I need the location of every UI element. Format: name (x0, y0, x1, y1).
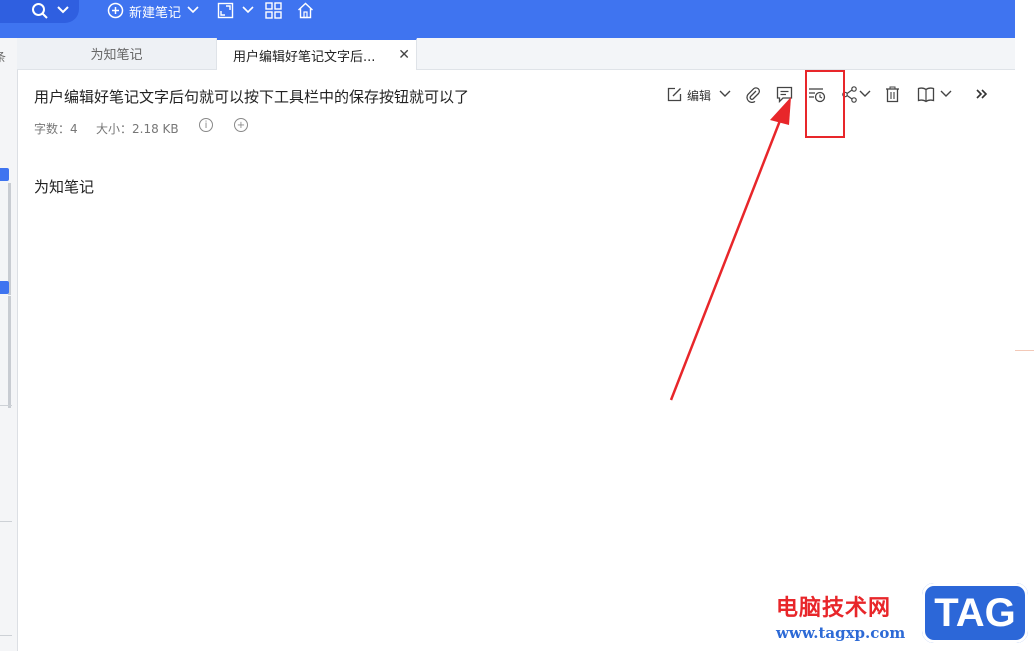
right-edge-panel (1015, 0, 1034, 651)
watermark-site-name: 电脑技术网 (776, 596, 892, 621)
annotation-arrow (669, 97, 791, 401)
watermark-tag-logo: TAG (922, 583, 1028, 643)
watermark-url: www.tagxp.com (776, 624, 906, 642)
